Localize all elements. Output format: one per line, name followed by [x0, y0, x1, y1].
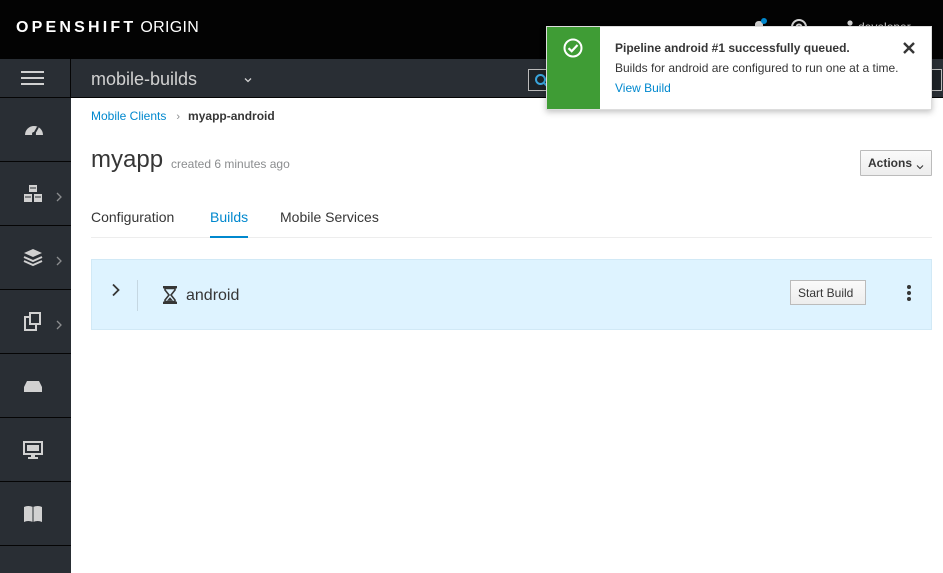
- sidebar-item-overview[interactable]: [0, 98, 71, 162]
- build-config-row: android Start Build: [91, 259, 932, 330]
- search-input-end: [932, 69, 942, 91]
- applications-icon: [23, 184, 45, 209]
- breadcrumb: Mobile Clients › myapp-android: [91, 109, 275, 123]
- chevron-right-icon: [55, 189, 63, 207]
- row-divider: [137, 280, 138, 311]
- dashboard-icon: [23, 120, 45, 145]
- builds-icon: [23, 248, 45, 273]
- toast-message: Builds for android are configured to run…: [615, 61, 899, 75]
- sidebar-item-catalog[interactable]: [0, 482, 71, 546]
- actions-dropdown-button[interactable]: Actions: [860, 150, 932, 176]
- sidebar-item-resources[interactable]: [0, 290, 71, 354]
- chevron-down-icon[interactable]: [243, 72, 253, 90]
- toast-title: Pipeline android #1 successfully queued.: [615, 41, 850, 55]
- build-name[interactable]: android: [186, 287, 239, 305]
- sidebar-item-storage[interactable]: [0, 354, 71, 418]
- close-icon[interactable]: [902, 41, 916, 60]
- sidebar-item-applications[interactable]: [0, 162, 71, 226]
- view-build-link[interactable]: View Build: [615, 81, 671, 95]
- tab-configuration[interactable]: Configuration: [91, 209, 174, 238]
- nav-toggle-button[interactable]: [0, 59, 71, 98]
- project-selector[interactable]: mobile-builds: [91, 69, 197, 90]
- sidebar-item-builds[interactable]: [0, 226, 71, 290]
- breadcrumb-link-mobile-clients[interactable]: Mobile Clients: [91, 109, 166, 123]
- success-icon: [563, 38, 583, 58]
- chevron-down-icon: [916, 160, 924, 174]
- kebab-menu-icon[interactable]: [904, 285, 914, 303]
- start-build-button[interactable]: Start Build: [790, 280, 866, 305]
- hourglass-icon: [162, 286, 178, 309]
- tab-mobile-services[interactable]: Mobile Services: [280, 209, 379, 238]
- actions-label: Actions: [868, 156, 913, 170]
- sidebar-item-monitoring[interactable]: [0, 418, 71, 482]
- brand-logo[interactable]: OPENSHIFT ORIGIN: [16, 19, 199, 37]
- sidebar-nav: [0, 98, 71, 573]
- chevron-right-icon: [55, 317, 63, 335]
- chevron-right-icon: [55, 253, 63, 271]
- monitoring-icon: [23, 440, 45, 465]
- resources-icon: [23, 312, 45, 337]
- breadcrumb-separator-icon: ›: [176, 111, 181, 123]
- created-timestamp: created 6 minutes ago: [171, 157, 290, 171]
- toast-notification: Pipeline android #1 successfully queued.…: [546, 26, 932, 110]
- tab-builds[interactable]: Builds: [210, 209, 249, 238]
- main-content: Mobile Clients › myapp-android myapp creat…: [71, 98, 943, 573]
- storage-icon: [23, 376, 45, 401]
- tab-bar: Configuration Builds Mobile Services: [91, 209, 932, 238]
- page-title: myapp: [91, 146, 164, 173]
- toast-status-strip: [547, 27, 600, 109]
- breadcrumb-current: myapp-android: [188, 109, 275, 123]
- expand-chevron-icon[interactable]: [111, 283, 121, 302]
- catalog-icon: [23, 504, 45, 529]
